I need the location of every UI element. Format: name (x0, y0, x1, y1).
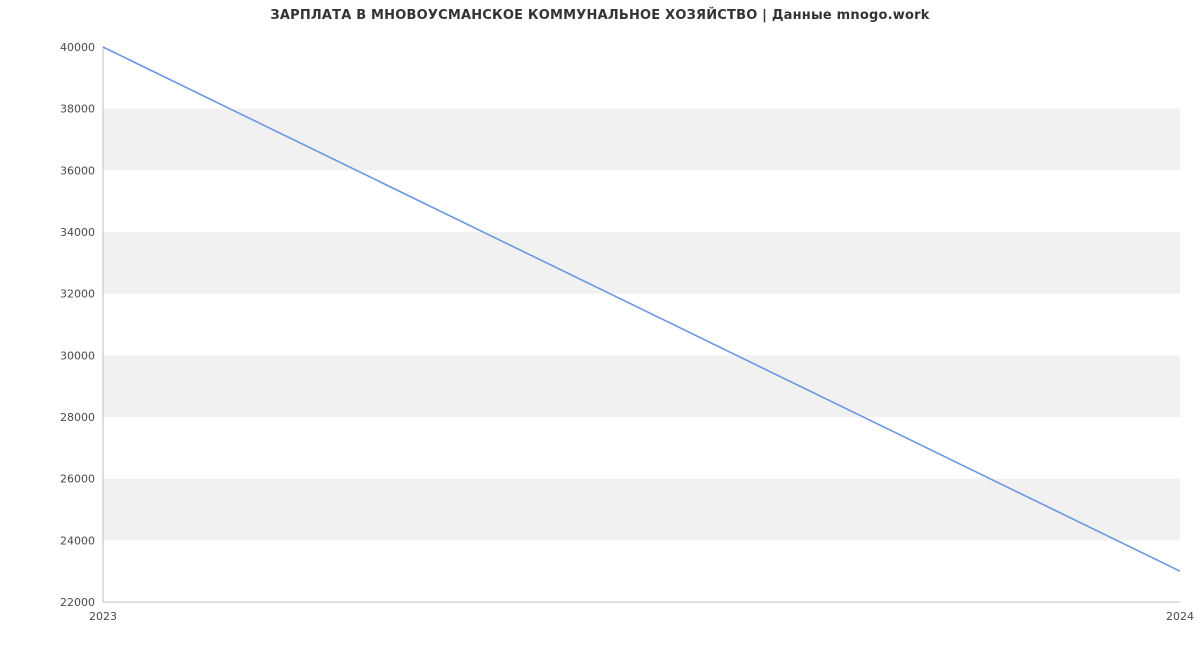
y-tick-label: 32000 (60, 288, 95, 301)
y-tick-label: 30000 (60, 349, 95, 362)
y-tick-label: 36000 (60, 164, 95, 177)
grid-band (103, 479, 1180, 541)
grid-band (103, 109, 1180, 171)
y-tick-label: 28000 (60, 411, 95, 424)
chart-title: ЗАРПЛАТА В МНОВОУСМАНСКОЕ КОММУНАЛЬНОЕ Х… (0, 8, 1200, 23)
x-tick-label: 2024 (1166, 610, 1194, 623)
y-tick-label: 38000 (60, 103, 95, 116)
grid-band (103, 232, 1180, 294)
x-tick-label: 2023 (89, 610, 117, 623)
y-tick-label: 34000 (60, 226, 95, 239)
chart-container: ЗАРПЛАТА В МНОВОУСМАНСКОЕ КОММУНАЛЬНОЕ Х… (0, 0, 1200, 650)
y-tick-label: 22000 (60, 596, 95, 609)
y-tick-label: 24000 (60, 534, 95, 547)
grid-band (103, 355, 1180, 417)
chart-svg: 22000 24000 26000 28000 30000 32000 34000 36000… (0, 0, 1200, 650)
y-tick-label: 26000 (60, 473, 95, 486)
y-tick-label: 40000 (60, 41, 95, 54)
